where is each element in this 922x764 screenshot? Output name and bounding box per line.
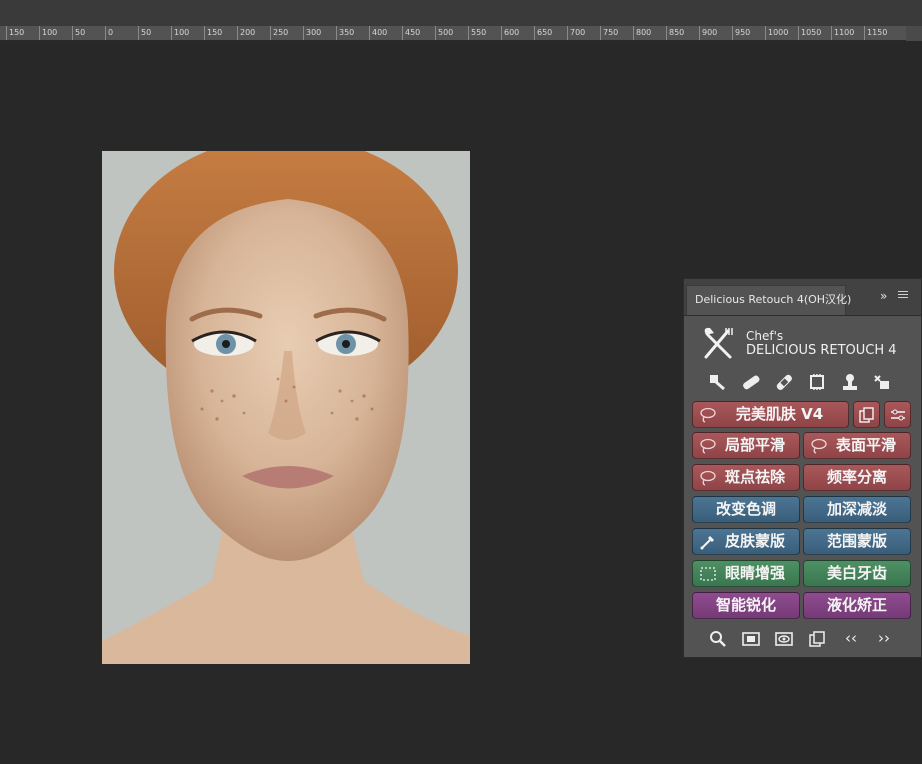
perfect-skin-label: 完美肌肤 V4 [735, 405, 824, 423]
zoom-icon[interactable] [708, 630, 728, 648]
skin-mask-label: 皮肤蒙版 [724, 532, 785, 550]
ruler-label: 250 [270, 26, 288, 40]
ruler-label: 400 [369, 26, 387, 40]
next-page-icon[interactable]: ›› [874, 630, 894, 648]
stamp-icon[interactable] [839, 372, 861, 392]
options-bar [0, 0, 922, 26]
eye-enhance-label: 眼睛增强 [724, 564, 785, 582]
brand-line-2: DELICIOUS RETOUCH 4 [746, 343, 897, 358]
healing-brush-icon[interactable] [706, 372, 728, 392]
ruler-label: 500 [435, 26, 453, 40]
ruler-label: 1100 [831, 26, 854, 40]
local-smooth-button[interactable]: 局部平滑 [692, 432, 800, 459]
collapse-panel-icon[interactable]: » [880, 288, 887, 304]
ruler-label: 350 [336, 26, 354, 40]
eyedropper-icon [700, 535, 715, 550]
ruler-label: 50 [138, 26, 151, 40]
ruler-label: 850 [666, 26, 684, 40]
lasso-icon [700, 438, 716, 454]
ruler-label: 750 [600, 26, 618, 40]
portrait-illustration [102, 151, 470, 664]
teeth-whiten-button[interactable]: 美白牙齿 [803, 560, 911, 587]
preview-eye-icon[interactable] [774, 630, 794, 648]
perfect-skin-button[interactable]: 完美肌肤 V4 [692, 401, 849, 428]
ruler-label: 200 [237, 26, 255, 40]
ruler-label: 0 [105, 26, 113, 40]
smart-sharpen-label: 智能锐化 [715, 596, 776, 614]
ruler-label: 1150 [864, 26, 887, 40]
ruler-label: 800 [633, 26, 651, 40]
liquify-fix-label: 液化矫正 [826, 596, 887, 614]
marquee-select-icon [700, 567, 716, 581]
change-color-label: 改变色调 [715, 500, 776, 518]
dodge-burn-button[interactable]: 加深减淡 [803, 496, 911, 523]
surface-smooth-label: 表面平滑 [835, 436, 896, 454]
change-color-button[interactable]: 改变色调 [692, 496, 800, 523]
teeth-whiten-label: 美白牙齿 [826, 564, 887, 582]
ruler-label: 50 [72, 26, 85, 40]
settings-sliders-button[interactable] [884, 401, 911, 428]
ruler-label: 150 [204, 26, 222, 40]
ruler-label: 550 [468, 26, 486, 40]
ruler-label: 300 [303, 26, 321, 40]
sliders-icon [891, 409, 905, 421]
ruler-label: 650 [534, 26, 552, 40]
local-smooth-label: 局部平滑 [724, 436, 785, 454]
previous-page-icon[interactable]: ‹‹ [841, 630, 861, 648]
lasso-icon [700, 470, 716, 486]
layer-view-icon[interactable] [741, 630, 761, 648]
frequency-separation-label: 频率分离 [826, 468, 887, 486]
fork-knife-logo-icon [704, 327, 733, 359]
surface-smooth-button[interactable]: 表面平滑 [803, 432, 911, 459]
dodge-burn-label: 加深减淡 [826, 500, 887, 518]
range-mask-button[interactable]: 范围蒙版 [803, 528, 911, 555]
delicious-retouch-panel: Delicious Retouch 4(OH汉化) » Chef's DELIC… [683, 278, 922, 658]
ruler-label: 600 [501, 26, 519, 40]
panel-header: Delicious Retouch 4(OH汉化) » [684, 279, 921, 316]
patch-icon[interactable] [871, 372, 893, 392]
smart-sharpen-button[interactable]: 智能锐化 [692, 592, 800, 619]
skin-mask-button[interactable]: 皮肤蒙版 [692, 528, 800, 555]
ruler-label: 1050 [798, 26, 821, 40]
brand-line-1: Chef's [746, 329, 784, 343]
ruler-label: 1000 [765, 26, 788, 40]
copy-icon [859, 407, 874, 423]
copy-layers-button[interactable] [853, 401, 880, 428]
ruler-label: 450 [402, 26, 420, 40]
lasso-icon [700, 407, 716, 423]
spot-removal-label: 斑点祛除 [724, 468, 785, 486]
portrait-photo[interactable] [102, 151, 470, 664]
duplicate-icon[interactable] [807, 630, 827, 648]
ruler-label: 900 [699, 26, 717, 40]
ruler-label: 700 [567, 26, 585, 40]
ruler-label: 100 [39, 26, 57, 40]
liquify-fix-button[interactable]: 液化矫正 [803, 592, 911, 619]
chip-icon[interactable] [806, 372, 828, 392]
bandage-icon[interactable] [740, 372, 762, 392]
range-mask-label: 范围蒙版 [826, 532, 887, 550]
ruler-corner [906, 26, 922, 41]
ruler-label: 950 [732, 26, 750, 40]
horizontal-ruler: 150 100 50 0 50 100 150 200 250 300 350 … [0, 26, 906, 41]
ruler-label: 100 [171, 26, 189, 40]
ruler-label: 150 [6, 26, 24, 40]
lasso-icon [811, 438, 827, 454]
panel-tab-title[interactable]: Delicious Retouch 4(OH汉化) [686, 285, 851, 315]
spot-removal-button[interactable]: 斑点祛除 [692, 464, 800, 491]
panel-menu-icon[interactable] [896, 286, 908, 304]
bandage-alt-icon[interactable] [773, 372, 795, 392]
eye-enhance-button[interactable]: 眼睛增强 [692, 560, 800, 587]
frequency-separation-button[interactable]: 频率分离 [803, 464, 911, 491]
